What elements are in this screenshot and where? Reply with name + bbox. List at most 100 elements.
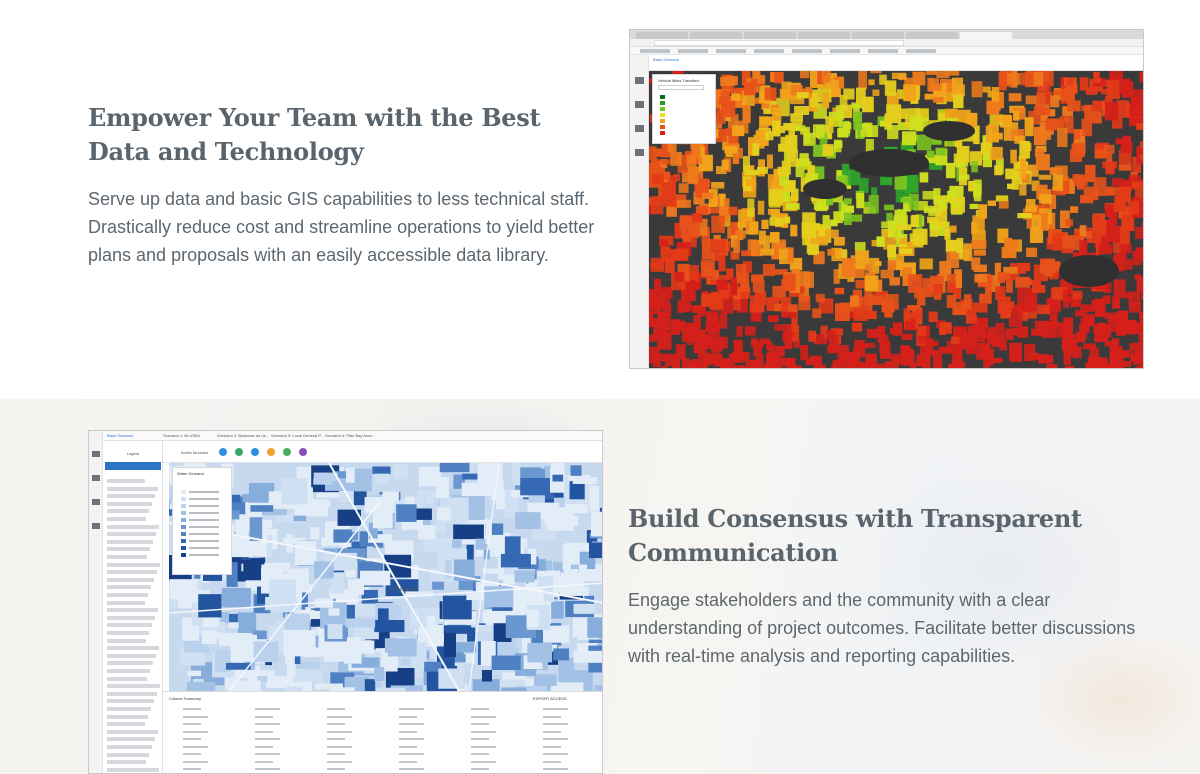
layers-icon: [635, 101, 644, 108]
scenario-tabs: Base Scenario Scenario 1: Nr.USEb Scenar…: [103, 431, 602, 441]
layer-item: [107, 509, 149, 514]
table-cell: [543, 723, 568, 725]
table-cell: [183, 738, 201, 740]
layer-item: [107, 646, 159, 651]
layer-item: [107, 517, 146, 521]
layer-item: [107, 684, 160, 689]
legend-swatch: [660, 131, 665, 135]
water-demand-app-screenshot: Base Scenario Scenario 1: Nr.USEb Scenar…: [88, 430, 603, 774]
layer-item: [107, 669, 150, 673]
table-cell: [543, 760, 561, 763]
table-cell: [255, 745, 273, 748]
layer-item: [107, 638, 146, 643]
legend-swatch: [660, 107, 665, 111]
layers-title: Layers: [126, 451, 139, 456]
table-cell: [255, 723, 280, 725]
legend-swatch: [181, 504, 186, 508]
legend-value: [189, 540, 219, 542]
table-cell: [327, 745, 352, 748]
table-cell: [255, 753, 280, 755]
table-cell: [183, 715, 208, 718]
layer-item: [107, 593, 148, 597]
table-cell: [327, 753, 345, 755]
table-cell: [327, 738, 345, 740]
layer-item: [107, 623, 152, 628]
table-cell: [399, 708, 424, 710]
summary-table: Column Summary EXPORT ACCESS: [163, 691, 602, 773]
legend-swatch: [181, 525, 186, 529]
layer-item: [107, 767, 159, 772]
map-legend: Water Demand: [172, 467, 232, 575]
layer-item: [107, 600, 145, 605]
feature-title: Build Consensus with Transparent Communi…: [628, 504, 1082, 567]
module-tool-icon: [299, 448, 307, 456]
browser-bookmarks-bar: [630, 47, 1143, 55]
layer-item: [107, 524, 159, 529]
legend-swatch: [660, 101, 665, 105]
feature-description: Serve up data and basic GIS capabilities…: [88, 189, 595, 265]
chart-icon: [635, 125, 644, 132]
legend-value: [189, 526, 219, 528]
legend-swatch: [660, 113, 665, 117]
table-cell: [543, 745, 561, 748]
table-cell: [471, 730, 496, 733]
map-legend: Vehicle Miles Travelled: [652, 74, 716, 144]
module-tool-icon: [235, 448, 243, 456]
legend-swatch: [181, 518, 186, 522]
feature-title: Empower Your Team with the Best Data and…: [88, 103, 541, 166]
water-demand-map: Santa Rosa: [169, 463, 602, 691]
legend-swatch: [181, 511, 186, 515]
feature-description: Engage stakeholders and the community wi…: [628, 590, 1136, 666]
extruded-heat-map: [649, 71, 1143, 368]
layers-icon: [92, 475, 100, 481]
legend-title: Water Demand: [177, 471, 204, 476]
table-cell: [543, 715, 561, 718]
layer-item: [107, 486, 158, 491]
table-cell: [327, 730, 352, 733]
tab-scenario-4: Scenario 4: Plan Bay Area...: [325, 433, 376, 438]
table-cell: [183, 708, 201, 710]
legend-value: [189, 498, 219, 500]
table-cell: [327, 708, 345, 710]
layer-item: [107, 615, 155, 620]
table-cell: [183, 730, 208, 733]
modules-label: Active Modules: [181, 450, 209, 455]
module-tool-icon: [283, 448, 291, 456]
app-side-rail: [630, 55, 649, 368]
tab-scenario-3: Scenario 3: Local General P...: [271, 433, 324, 438]
layer-item: [107, 722, 145, 727]
table-cell: [399, 768, 424, 770]
legend-swatch: [181, 539, 186, 543]
scenario-header: Base Scenario: [649, 55, 1143, 71]
legend-swatch: [181, 497, 186, 501]
legend-swatch: [181, 532, 186, 536]
layer-item: [107, 699, 154, 704]
table-cell: [183, 745, 208, 748]
table-cell: [471, 723, 489, 725]
layer-item: [107, 577, 154, 582]
legend-swatch: [660, 119, 665, 123]
legend-swatch: [181, 546, 186, 550]
layer-item: [107, 501, 152, 506]
layer-item: [107, 547, 150, 552]
table-title: Column Summary: [169, 696, 202, 701]
table-cell: [183, 753, 201, 755]
table-cell: [255, 730, 273, 733]
table-cell: [255, 715, 273, 718]
layer-item: [107, 714, 148, 719]
layer-item: [107, 608, 158, 613]
table-cell: [471, 753, 489, 755]
choropleth-canvas: [169, 463, 602, 691]
layer-item: [107, 479, 145, 483]
table-cell: [327, 768, 345, 770]
table-cell: [255, 738, 280, 740]
table-cell: [471, 760, 496, 763]
legend-value: [189, 519, 219, 521]
table-cell: [471, 768, 489, 770]
scenario-label: Base Scenario: [653, 57, 680, 62]
layer-item: [107, 676, 147, 681]
table-cell: [543, 753, 568, 755]
table-cell: [327, 760, 352, 763]
layers-panel: Layers: [103, 441, 163, 773]
tab-base-scenario: Base Scenario: [107, 433, 134, 438]
